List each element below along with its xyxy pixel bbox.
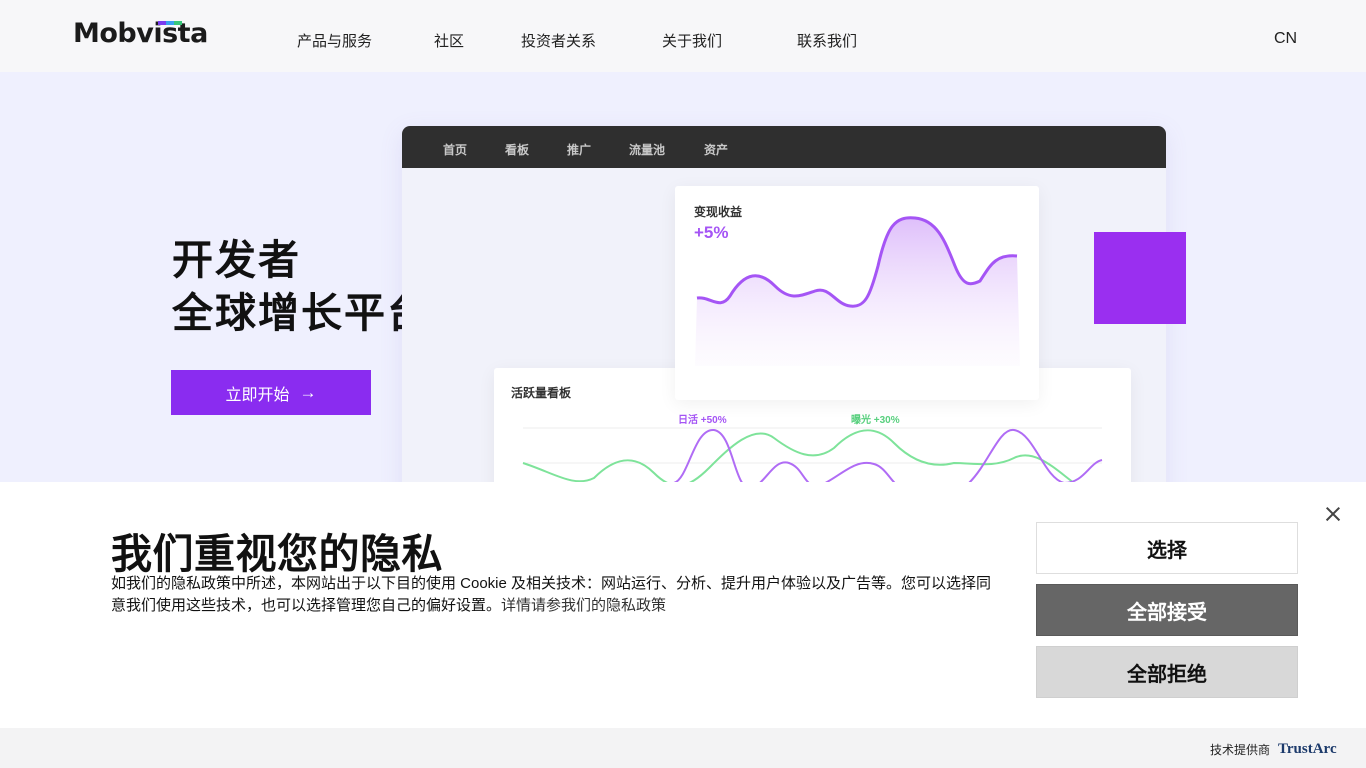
dashboard-tab-bar: 首页 看板 推广 流量池 资产	[402, 126, 1166, 168]
revenue-chart	[695, 216, 1020, 366]
powered-by-label: 技术提供商	[1210, 743, 1271, 757]
nav-about-us[interactable]: 关于我们	[662, 30, 722, 51]
logo-accent-bar	[158, 21, 182, 25]
revenue-card: 变现收益 +5%	[675, 186, 1039, 400]
close-icon[interactable]	[1322, 503, 1344, 525]
dashboard-tab-traffic-pool: 流量池	[629, 143, 666, 157]
nav-contact-us[interactable]: 联系我们	[797, 30, 857, 51]
dashboard-tab-assets: 资产	[704, 143, 729, 157]
decorative-purple-square	[1094, 232, 1186, 324]
privacy-banner: 我们重视您的隐私 如我们的隐私政策中所述，本网站出于以下目的使用 Cookie …	[0, 482, 1366, 728]
privacy-description: 如我们的隐私政策中所述，本网站出于以下目的使用 Cookie 及相关技术：网站运…	[111, 573, 1001, 617]
language-switch[interactable]: CN	[1274, 30, 1297, 48]
mobvista-logo[interactable]: Mobvista	[73, 18, 208, 49]
nav-investor-relations[interactable]: 投资者关系	[521, 30, 596, 51]
site-header: Mobvista 产品与服务 社区 投资者关系 关于我们 联系我们 CN	[0, 0, 1366, 72]
dashboard-tab-board: 看板	[505, 143, 530, 157]
privacy-title: 我们重视您的隐私	[111, 531, 443, 577]
accept-all-button[interactable]: 全部接受	[1036, 584, 1298, 636]
hero-title-line2: 全球增长平台	[172, 290, 430, 336]
choose-button[interactable]: 选择	[1036, 522, 1298, 574]
dashboard-tab-promote: 推广	[567, 143, 592, 157]
arrow-right-icon: →	[299, 382, 317, 402]
privacy-policy-link[interactable]: 详情请参我们的隐私政策	[501, 597, 666, 614]
hero-title-line1: 开发者	[172, 237, 301, 283]
trustarc-logo[interactable]: TrustArc	[1278, 741, 1337, 758]
consent-footer: 技术提供商 TrustArc	[0, 728, 1366, 768]
dashboard-tab-home: 首页	[443, 143, 468, 157]
get-started-button[interactable]: 立即开始 →	[171, 370, 371, 415]
hero-title: 开发者 全球增长平台	[172, 234, 430, 340]
reject-all-button[interactable]: 全部拒绝	[1036, 646, 1298, 698]
nav-products[interactable]: 产品与服务	[297, 30, 372, 51]
logo-text: Mobvista	[73, 18, 208, 49]
nav-community[interactable]: 社区	[434, 30, 464, 51]
get-started-label: 立即开始	[225, 386, 290, 404]
